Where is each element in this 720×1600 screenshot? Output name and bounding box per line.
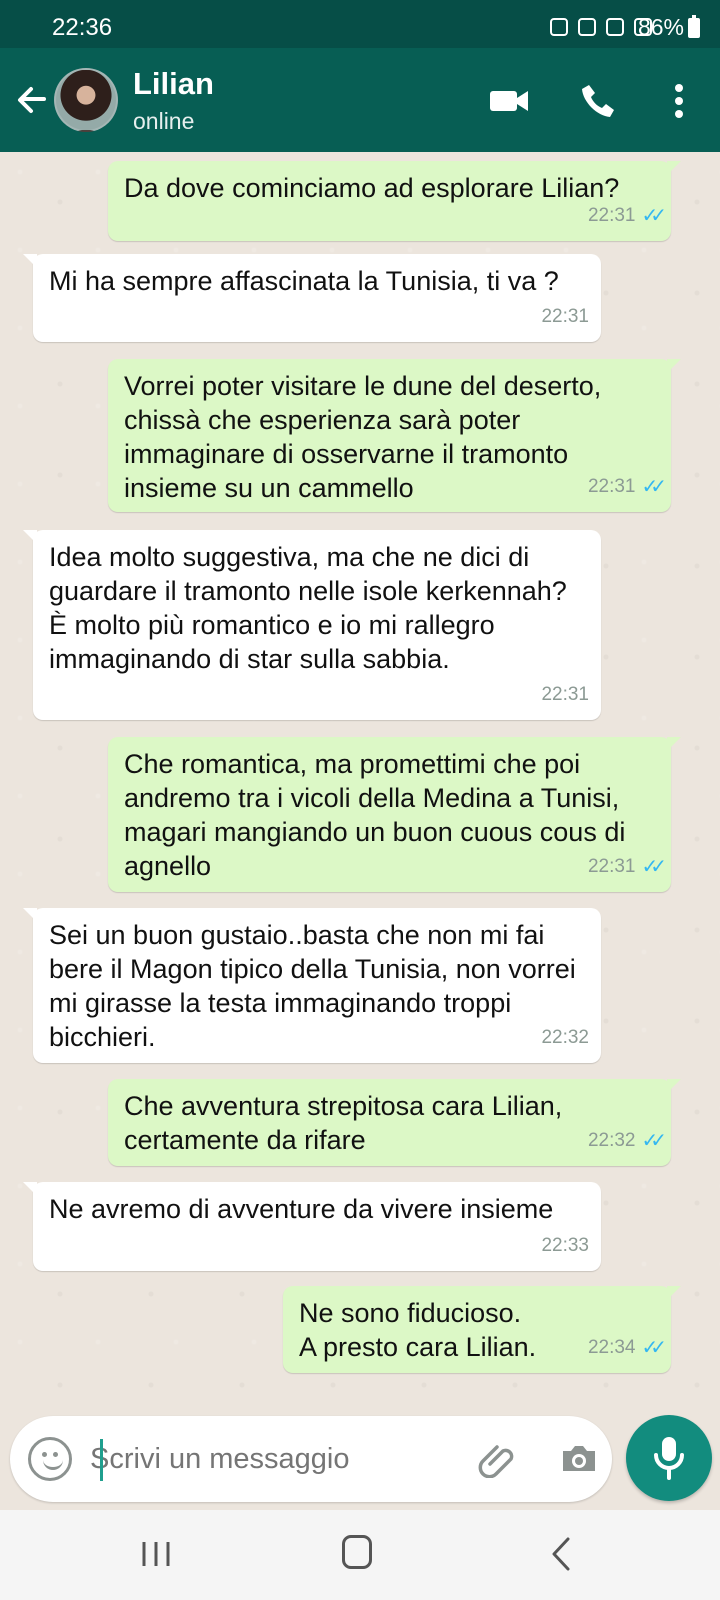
message-text: Da dove cominciamo ad esplorare Lilian? (124, 173, 620, 203)
wifi-icon (606, 18, 624, 36)
alarm-icon (578, 18, 596, 36)
contact-avatar[interactable] (54, 68, 118, 132)
message-meta: 22:31 (541, 678, 589, 712)
android-navigation-bar (0, 1510, 720, 1600)
message-time: 22:32 (587, 1130, 636, 1151)
phone-icon[interactable] (575, 80, 621, 122)
message-time: 22:31 (541, 306, 589, 327)
home-icon[interactable] (342, 1535, 372, 1569)
message-meta: 22:31 ✓✓ (587, 199, 667, 233)
status-icons (550, 18, 652, 36)
message-bubble[interactable]: Ne sono fiducioso. A presto cara Lilian.… (283, 1286, 681, 1373)
message-meta: 22:32 ✓✓ (587, 1124, 667, 1158)
more-options-icon[interactable] (656, 80, 702, 122)
message-bubble[interactable]: Idea molto suggestiva, ma che ne dici di… (23, 530, 601, 720)
message-bubble[interactable]: Da dove cominciamo ad esplorare Lilian? … (108, 161, 681, 241)
smile-icon (43, 1460, 63, 1470)
battery-percent: 86% (637, 14, 684, 40)
chat-header: Lilian online (0, 48, 720, 152)
read-receipt-icon: ✓✓ (641, 856, 666, 878)
back-icon[interactable] (548, 1535, 574, 1573)
video-call-icon[interactable] (486, 80, 532, 122)
download-icon (550, 18, 568, 36)
message-time: 22:31 (541, 684, 589, 705)
message-time: 22:31 (587, 476, 636, 497)
read-receipt-icon: ✓✓ (641, 1130, 666, 1152)
chat-thread[interactable]: Da dove cominciamo ad esplorare Lilian? … (0, 152, 720, 1407)
battery-icon (688, 14, 700, 38)
battery-status: 86% (638, 14, 700, 41)
recent-apps-icon[interactable] (140, 1536, 172, 1570)
message-time: 22:31 (587, 856, 636, 877)
message-input[interactable] (90, 1438, 440, 1480)
message-text: Che romantica, ma promettimi che poi and… (124, 749, 626, 881)
camera-icon[interactable] (558, 1443, 600, 1475)
read-receipt-icon: ✓✓ (641, 1337, 666, 1359)
message-meta: 22:31 (541, 300, 589, 334)
message-bubble[interactable]: Ne avremo di avventure da vivere insieme… (23, 1182, 601, 1271)
message-bubble[interactable]: Che romantica, ma promettimi che poi and… (108, 737, 681, 892)
read-receipt-icon: ✓✓ (641, 476, 666, 498)
status-bar: 22:36 86% (0, 0, 720, 48)
message-bubble[interactable]: Mi ha sempre affascinata la Tunisia, ti … (23, 254, 601, 342)
message-bubble[interactable]: Vorrei poter visitare le dune del desert… (108, 359, 681, 512)
message-text: Che avventura strepitosa cara Lilian, ce… (124, 1091, 563, 1155)
attach-icon[interactable] (478, 1440, 516, 1478)
microphone-button[interactable] (626, 1415, 712, 1501)
message-time: 22:32 (541, 1027, 589, 1048)
message-text: Mi ha sempre affascinata la Tunisia, ti … (49, 266, 559, 296)
message-text: Sei un buon gustaio..basta che non mi fa… (49, 920, 576, 1052)
message-text: Ne avremo di avventure da vivere insieme (49, 1194, 554, 1224)
message-meta: 22:33 (541, 1229, 589, 1263)
message-composer[interactable] (10, 1416, 612, 1502)
message-meta: 22:31 ✓✓ (587, 470, 667, 504)
back-arrow-icon[interactable] (12, 80, 52, 120)
message-text: Idea molto suggestiva, ma che ne dici di… (49, 542, 567, 674)
contact-name[interactable]: Lilian (133, 66, 214, 102)
read-receipt-icon: ✓✓ (641, 205, 666, 227)
message-bubble[interactable]: Sei un buon gustaio..basta che non mi fa… (23, 908, 601, 1063)
status-time: 22:36 (52, 14, 113, 41)
contact-status: online (133, 108, 195, 134)
emoji-icon[interactable] (28, 1437, 72, 1481)
message-meta: 22:32 (541, 1021, 589, 1055)
message-time: 22:31 (587, 205, 636, 226)
message-time: 22:34 (587, 1337, 636, 1358)
message-bubble[interactable]: Che avventura strepitosa cara Lilian, ce… (108, 1079, 681, 1166)
text-cursor (100, 1439, 103, 1481)
microphone-icon (654, 1437, 684, 1480)
message-time: 22:33 (541, 1235, 589, 1256)
message-meta: 22:31 ✓✓ (587, 850, 667, 884)
message-text: Vorrei poter visitare le dune del desert… (124, 371, 602, 503)
message-meta: 22:34 ✓✓ (587, 1331, 667, 1365)
